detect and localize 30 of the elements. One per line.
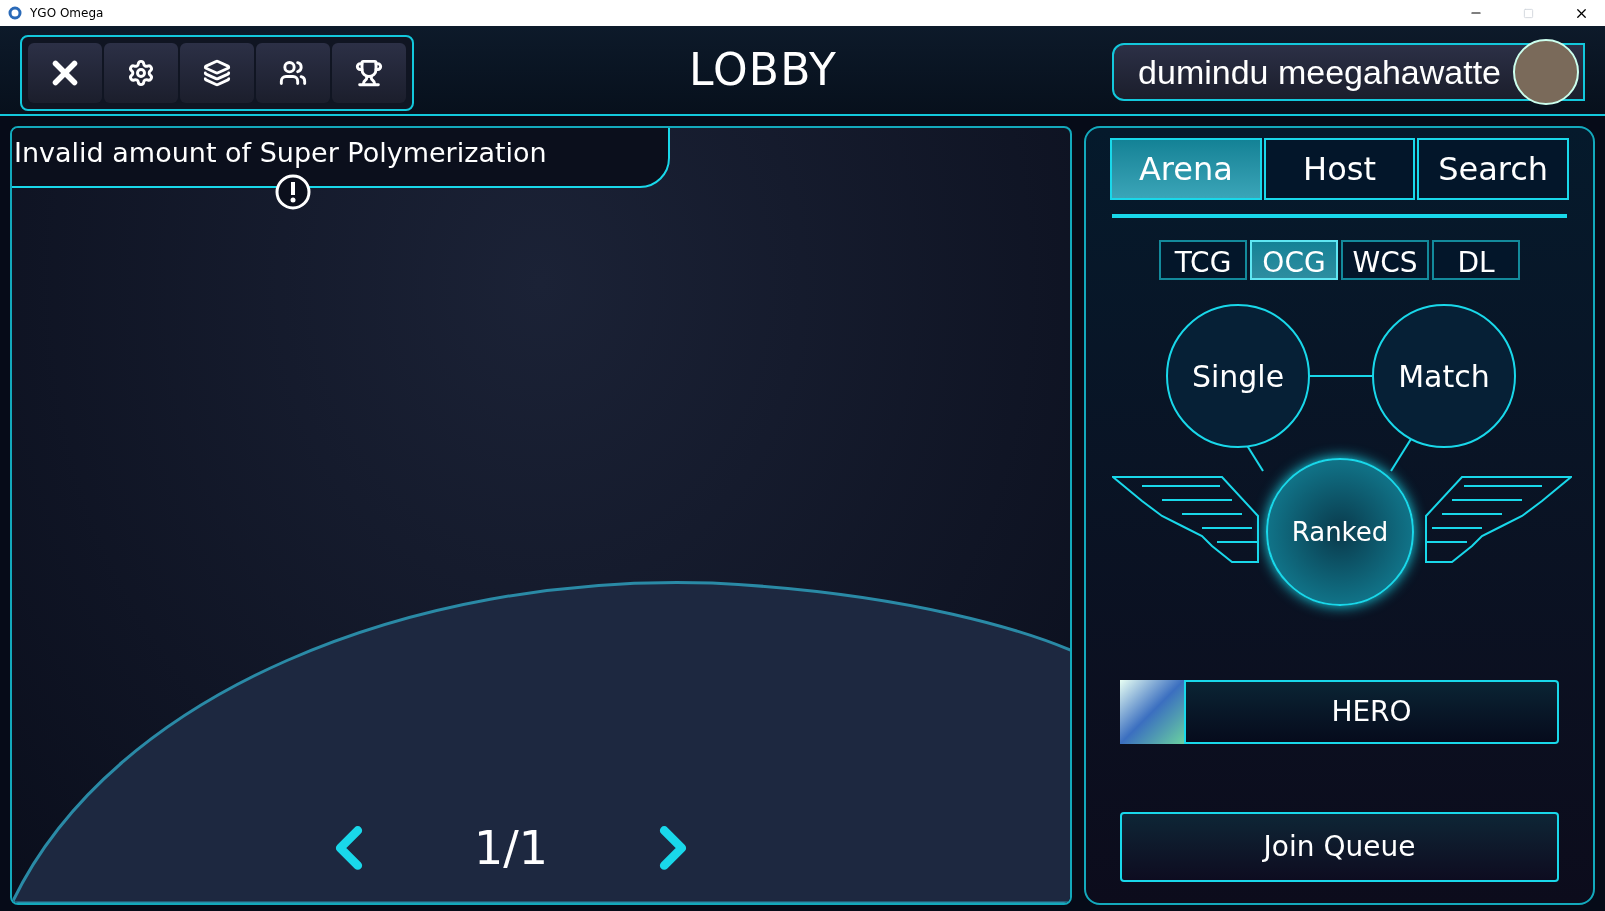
- connector-line: [1310, 375, 1372, 377]
- lobby-title: LOBBY: [689, 43, 837, 97]
- deck-selector[interactable]: HERO: [1184, 680, 1559, 744]
- tab[interactable]: Host: [1263, 138, 1416, 200]
- tab[interactable]: Search: [1417, 138, 1569, 200]
- format-tab[interactable]: TCG: [1159, 240, 1247, 280]
- mode-button[interactable]: Ranked: [1266, 458, 1414, 606]
- mode-button[interactable]: Match: [1372, 304, 1516, 448]
- tab[interactable]: Arena: [1110, 138, 1262, 200]
- app-logo-icon: [8, 6, 22, 20]
- window-title: YGO Omega: [30, 5, 104, 22]
- close-button[interactable]: [28, 43, 102, 103]
- people-icon: [279, 59, 307, 87]
- connector-line: [1390, 438, 1412, 472]
- page-indicator: 1/1: [474, 819, 548, 877]
- gear-icon: [127, 59, 155, 87]
- cards-button[interactable]: [180, 43, 254, 103]
- group-button[interactable]: [256, 43, 330, 103]
- format-tab[interactable]: WCS: [1341, 240, 1429, 280]
- join-queue-button[interactable]: Join Queue: [1120, 812, 1559, 882]
- format-tab[interactable]: DL: [1432, 240, 1520, 280]
- tournament-button[interactable]: [332, 43, 406, 103]
- settings-button[interactable]: [104, 43, 178, 103]
- notification-text: Invalid amount of Super Polymerization: [14, 135, 547, 170]
- deck-art-placeholder: [1120, 680, 1184, 744]
- stack-icon: [203, 59, 231, 87]
- username: dumindu meegahawatte: [1138, 51, 1501, 93]
- trophy-icon: [355, 59, 383, 87]
- format-tab[interactable]: OCG: [1250, 240, 1338, 280]
- mode-button[interactable]: Single: [1166, 304, 1310, 448]
